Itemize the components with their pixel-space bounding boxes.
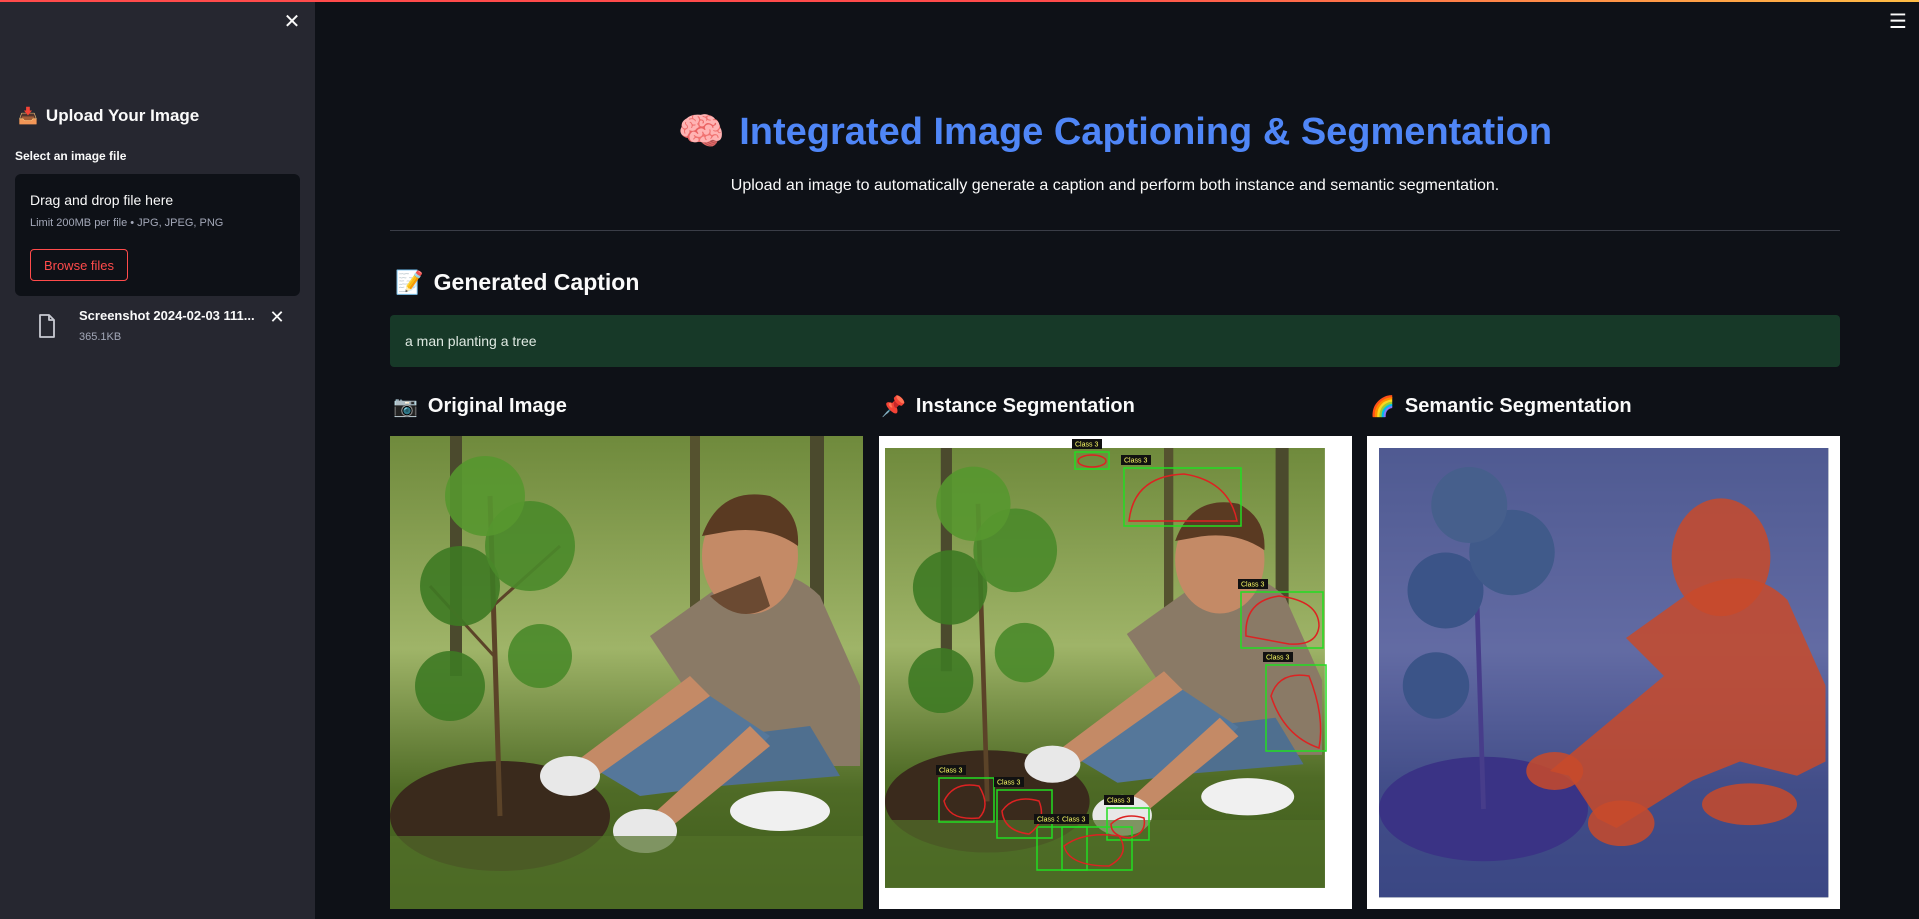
camera-icon: 📷	[393, 396, 418, 418]
brain-icon: 🧠	[677, 111, 726, 153]
instance-label: Class 3	[1037, 817, 1060, 824]
uploaded-file-name: Screenshot 2024-02-03 111...	[79, 308, 255, 323]
instance-photo: Class 3 Class 3 Class 3 Class 3 Class 3 …	[879, 436, 1352, 909]
sidebar: ✕ 📥 Upload Your Image Select an image fi…	[0, 0, 315, 919]
browse-files-button[interactable]: Browse files	[30, 249, 128, 281]
page-subtitle: Upload an image to automatically generat…	[730, 177, 1500, 194]
original-photo	[390, 436, 863, 909]
instance-label: Class 3	[1062, 817, 1085, 824]
pushpin-icon: 📌	[881, 396, 906, 418]
page-title: 🧠 Integrated Image Captioning & Segmentat…	[390, 110, 1840, 154]
rainbow-icon: 🌈	[1370, 396, 1395, 418]
page-title-text: Integrated Image Captioning & Segmentati…	[739, 111, 1553, 153]
semantic-segmentation-image	[1367, 436, 1840, 909]
generated-caption-heading-text: Generated Caption	[433, 269, 640, 295]
file-dropzone[interactable]: Drag and drop file here Limit 200MB per …	[15, 174, 300, 296]
instance-segmentation-image: Class 3 Class 3 Class 3 Class 3 Class 3 …	[879, 436, 1352, 909]
sidebar-header-text: Upload Your Image	[45, 106, 200, 125]
uploaded-file-size: 365.1KB	[79, 331, 122, 343]
top-decoration-bar	[0, 0, 1919, 2]
semantic-segmentation-heading: 🌈 Semantic Segmentation	[1370, 394, 1632, 419]
file-icon	[39, 314, 55, 338]
close-sidebar-icon[interactable]: ✕	[282, 12, 302, 32]
instance-label: Class 3	[939, 768, 962, 775]
original-image	[390, 436, 863, 909]
dropzone-title: Drag and drop file here	[30, 192, 174, 208]
generated-caption-heading: 📝 Generated Caption	[395, 269, 639, 296]
semantic-segmentation-heading-text: Semantic Segmentation	[1404, 395, 1632, 417]
remove-file-icon[interactable]: ✕	[268, 308, 286, 326]
original-image-heading: 📷 Original Image	[393, 394, 567, 419]
sidebar-header: 📥 Upload Your Image	[18, 106, 199, 126]
instance-label: Class 3	[1241, 582, 1264, 589]
instance-label: Class 3	[997, 780, 1020, 787]
inbox-tray-icon: 📥	[18, 108, 38, 125]
semantic-photo	[1367, 436, 1840, 909]
divider	[390, 230, 1840, 231]
caption-text: a man planting a tree	[405, 333, 537, 349]
instance-label: Class 3	[1124, 458, 1147, 465]
file-uploader-label: Select an image file	[15, 149, 127, 163]
instance-label: Class 3	[1266, 655, 1289, 662]
instance-label: Class 3	[1075, 442, 1098, 449]
dropzone-limit: Limit 200MB per file • JPG, JPEG, PNG	[30, 217, 224, 229]
main-menu-icon[interactable]: ☰	[1888, 12, 1908, 32]
caption-success-box: a man planting a tree	[390, 315, 1840, 367]
uploaded-file-item: Screenshot 2024-02-03 111... 365.1KB ✕	[15, 304, 300, 352]
instance-label: Class 3	[1107, 798, 1130, 805]
instance-segmentation-heading-text: Instance Segmentation	[915, 395, 1135, 417]
memo-icon: 📝	[395, 269, 424, 295]
original-image-heading-text: Original Image	[427, 395, 567, 417]
instance-segmentation-heading: 📌 Instance Segmentation	[881, 394, 1135, 419]
